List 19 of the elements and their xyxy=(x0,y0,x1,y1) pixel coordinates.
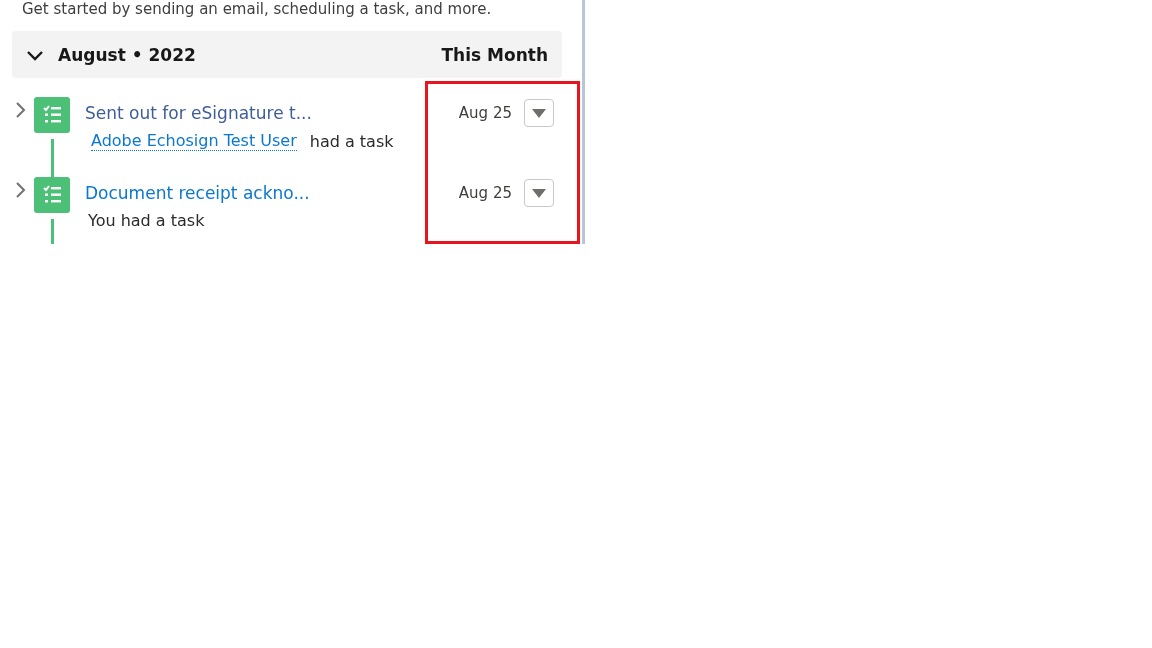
period-label: This Month xyxy=(441,44,548,65)
date-label: Aug 25 xyxy=(458,104,512,122)
caret-icon xyxy=(532,108,546,118)
task-link[interactable]: Document receipt ackno... xyxy=(85,183,459,203)
menu-button[interactable] xyxy=(524,179,554,207)
chevron-icon xyxy=(26,48,44,61)
task-icon xyxy=(34,97,70,133)
user-link[interactable]: Adobe Echosign Test User xyxy=(91,131,297,151)
date-label: Aug 25 xyxy=(458,184,512,202)
intro-text: Get started by sending an email, scheduling a task, and more. xyxy=(21,0,493,18)
chevron-icon[interactable] xyxy=(14,101,26,119)
caret-icon xyxy=(532,188,546,198)
chevron-icon[interactable] xyxy=(14,181,26,199)
month-title: August • 2022 xyxy=(58,44,197,65)
month-header[interactable]: August • 2022 This Month xyxy=(12,31,562,78)
menu-button[interactable] xyxy=(524,99,554,127)
task-link[interactable]: Sent out for eSignature t... xyxy=(85,103,459,123)
activity-text: You had a task xyxy=(88,211,205,230)
activity-text: had a task xyxy=(309,131,394,151)
